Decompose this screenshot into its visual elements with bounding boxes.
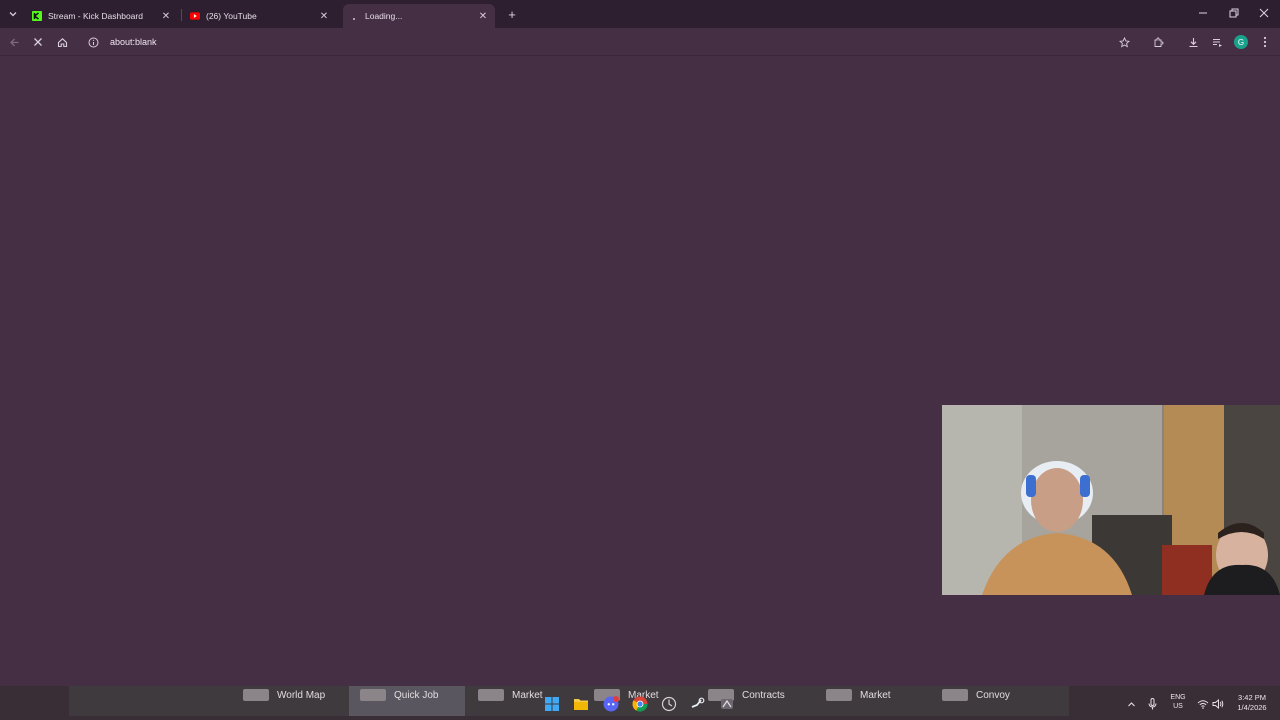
extensions-button[interactable] [1149,33,1167,51]
tab-search-button[interactable] [4,5,22,23]
file-explorer-icon[interactable] [572,695,590,713]
youtube-icon [190,11,200,21]
language-indicator[interactable]: ENG US [1166,693,1190,711]
home-icon [57,37,67,47]
back-button[interactable] [5,33,23,51]
plus-icon: + [508,6,516,22]
tab-loading[interactable]: Loading... ✕ [343,4,495,28]
stop-loading-button[interactable] [29,33,47,51]
restore-icon [1229,8,1239,18]
address-bar[interactable]: about:blank [80,31,1142,53]
close-icon [34,38,42,46]
steam-icon[interactable] [689,695,707,713]
webcam-overlay [942,405,1280,595]
tab-kick-dashboard[interactable]: Stream - Kick Dashboard ✕ [26,4,178,28]
kick-icon [32,11,42,21]
browser-toolbar: about:blank G [0,28,1280,56]
tab-title: Loading... [365,11,403,21]
more-vertical-icon [1263,36,1267,48]
wifi-icon[interactable] [1196,697,1210,711]
show-hidden-icons-button[interactable] [1124,697,1138,711]
info-icon[interactable] [86,35,100,49]
download-icon [1189,37,1197,47]
new-tab-button[interactable]: + [504,6,520,22]
tab-youtube[interactable]: (26) YouTube ✕ [184,4,336,28]
close-tab-icon[interactable]: ✕ [160,11,172,22]
loading-spinner-icon [349,11,359,21]
tab-divider [181,9,182,21]
chrome-icon[interactable] [631,695,649,713]
menu-button[interactable] [1256,33,1274,51]
app-icon[interactable] [660,695,678,713]
url-text[interactable]: about:blank [110,37,157,47]
discord-icon[interactable] [602,695,620,713]
minimize-button[interactable] [1188,4,1218,22]
close-tab-icon[interactable]: ✕ [318,11,330,22]
clock-date: 1/4/2026 [1237,703,1267,712]
media-controls-button[interactable] [1208,33,1226,51]
clock-time: 3:42 PM [1238,693,1266,702]
volume-icon[interactable] [1211,697,1225,711]
profile-initial: G [1237,37,1245,47]
playlist-icon [1212,38,1222,47]
tab-title: (26) YouTube [206,11,257,21]
close-tab-icon[interactable]: ✕ [477,11,489,22]
arrow-left-icon [9,38,18,46]
downloads-button[interactable] [1184,33,1202,51]
windows-start-icon[interactable] [543,695,561,713]
region-code: US [1173,703,1183,710]
close-window-button[interactable] [1249,4,1279,22]
tab-title: Stream - Kick Dashboard [48,11,143,21]
home-button[interactable] [53,33,71,51]
chevron-down-icon [9,12,17,17]
tab-strip: Stream - Kick Dashboard ✕ (26) YouTube ✕… [0,0,1280,28]
chevron-up-icon [1127,701,1135,706]
system-clock[interactable]: 3:42 PM 1/4/2026 [1228,693,1276,713]
star-icon [1118,36,1130,47]
language-code: ENG [1170,694,1186,701]
minimize-icon [1199,12,1207,14]
restore-button[interactable] [1219,4,1249,22]
puzzle-icon [1154,37,1163,47]
bookmark-button[interactable] [1115,33,1133,51]
close-icon [1259,8,1269,18]
game-icon[interactable] [718,695,736,713]
microphone-icon[interactable] [1145,697,1159,711]
profile-avatar[interactable]: G [1234,35,1248,49]
